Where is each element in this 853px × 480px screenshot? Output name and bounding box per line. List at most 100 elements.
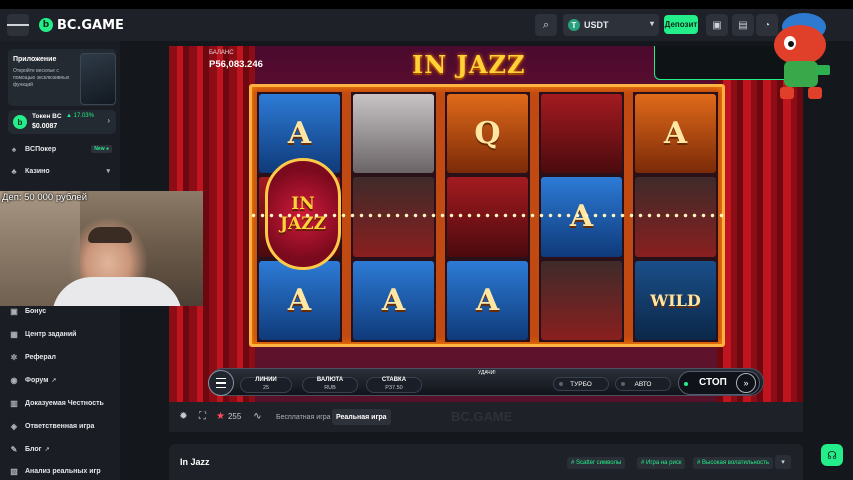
game-control-bar: ЛИНИИ 25 ВАЛЮТА RUB СТАВКА P37.50 УДАЧИ!…	[208, 368, 764, 396]
gift-icon: ▣	[712, 19, 722, 31]
menu-toggle-button[interactable]	[7, 14, 29, 36]
app-promo-card[interactable]: Приложение Откройте веселье с помощью эк…	[8, 49, 116, 106]
sidebar-item-label: Бонус	[25, 307, 47, 315]
forum-icon: ◉	[10, 375, 18, 385]
webcam-person-shirt	[52, 277, 182, 306]
sidebar-item-responsible[interactable]: ◈ Ответственная игра	[8, 417, 116, 435]
balance-label: БАЛАНС	[209, 50, 234, 56]
auto-toggle[interactable]: АВТО	[615, 377, 671, 391]
currency-label: USDT	[584, 20, 609, 30]
reel-5: A WILD	[633, 92, 718, 342]
promo-title: Приложение	[13, 56, 57, 63]
game-info-panel: In Jazz # Scatter символы # Игра на риск…	[169, 444, 803, 480]
casino-icon: ♣	[11, 166, 17, 176]
game-currency-label: ВАЛЮТА	[316, 377, 344, 383]
chevron-right-icon: ›	[107, 116, 110, 125]
lines-label: ЛИНИИ	[255, 377, 277, 383]
game-menu-button[interactable]	[208, 370, 234, 396]
sidebar-item-label: Анализ реальных игр	[25, 467, 101, 475]
search-icon: ⌕	[542, 18, 550, 31]
game-title: IN JAZZ	[412, 50, 526, 79]
promo-text: Откройте веселье с помощью эксклюзивных …	[13, 68, 70, 88]
stats-icon[interactable]: ∿	[251, 410, 264, 423]
fast-forward-icon[interactable]: »	[736, 373, 756, 393]
token-card[interactable]: b Токен BC ▲ 17.03% $0.0087 ›	[8, 110, 116, 134]
sidebar-item-referral[interactable]: ✲ Реферал	[8, 348, 116, 366]
reel-symbol: Q	[447, 94, 528, 174]
reel-symbol: A	[447, 260, 528, 340]
sidebar-item-label: BCПокер	[25, 145, 57, 153]
toggle-dot	[559, 382, 563, 386]
logo-line-2: JAZZ	[279, 214, 327, 234]
reel-symbol	[541, 94, 622, 174]
tag-scatter[interactable]: # Scatter символы	[567, 457, 626, 469]
reel-symbol	[541, 260, 622, 340]
chevron-down-icon[interactable]: ▾	[775, 455, 791, 469]
streamer-webcam: Деп: 50 000 рублей	[0, 191, 203, 306]
reel-symbol	[447, 177, 528, 257]
game-toolbar: ✹ ⛶ ★ 255 ∿ Бесплатная игра Реальная игр…	[169, 402, 803, 432]
free-play-tab[interactable]: Бесплатная игра	[272, 409, 335, 425]
poker-icon: ♠	[11, 144, 17, 154]
game-canvas[interactable]: БАЛАНС P56,083.246 IN JAZZ A A IN JAZZ A…	[169, 46, 803, 402]
reel-symbol	[635, 177, 716, 257]
sidebar-item-forum[interactable]: ◉ Форум ↗	[8, 371, 116, 389]
reel-symbol: A	[259, 260, 340, 340]
search-button[interactable]: ⌕	[535, 14, 557, 36]
chevron-down-icon: ▾	[649, 19, 654, 28]
reel-symbol: A	[353, 260, 434, 340]
turbo-toggle[interactable]: ТУРБО	[553, 377, 609, 391]
chevron-down-icon: ▾	[106, 168, 110, 175]
stop-label: СТОП	[699, 377, 727, 388]
sidebar-item-casino[interactable]: ♣ Казино ▾	[8, 162, 116, 180]
brand-logo[interactable]: b BC.GAME	[39, 18, 124, 33]
analysis-icon: ▧	[10, 466, 18, 476]
sidebar-item-fairness[interactable]: ▥ Доказуемая Честность	[8, 394, 116, 412]
token-change: ▲ 17.03%	[66, 113, 94, 119]
gift-button[interactable]: ▣	[706, 14, 728, 36]
fullscreen-icon[interactable]: ⛶	[196, 410, 209, 423]
tag-risk-game[interactable]: # Игра на риск	[637, 457, 686, 469]
deposit-button[interactable]: Депозит	[664, 15, 698, 34]
chat-button[interactable]: ▤	[732, 14, 754, 36]
game-info-title: In Jazz	[180, 457, 210, 467]
sidebar-item-analysis[interactable]: ▧ Анализ реальных игр	[8, 462, 116, 480]
reel-4: A	[539, 92, 624, 342]
reel-symbol: A	[541, 177, 622, 257]
token-name: Токен BC	[32, 113, 62, 120]
referral-icon: ✲	[10, 352, 18, 362]
favorites-count[interactable]: ★ 255	[216, 411, 241, 422]
turbo-label: ТУРБО	[570, 380, 592, 388]
sidebar-item-tasks[interactable]: ▦ Центр заданий	[8, 325, 116, 343]
external-link-icon: ↗	[44, 446, 50, 453]
sidebar-item-label: Казино	[25, 167, 50, 175]
support-chat-button[interactable]: ☊	[821, 444, 843, 466]
lines-value: 25	[262, 385, 270, 391]
bet-selector[interactable]: СТАВКА P37.50	[366, 377, 422, 393]
game-currency-value: RUB	[324, 385, 336, 391]
reel-symbol	[353, 177, 434, 257]
webcam-caption: Деп: 50 000 рублей	[2, 192, 88, 203]
currency-display[interactable]: ВАЛЮТА RUB	[302, 377, 358, 393]
lines-selector[interactable]: ЛИНИИ 25	[240, 377, 292, 393]
phone-mockup-image	[80, 53, 116, 105]
sidebar-item-label: Реферал	[25, 353, 56, 361]
settings-gear-icon[interactable]: ✹	[177, 410, 190, 423]
reel-symbol	[353, 94, 434, 174]
status-dot	[684, 382, 688, 386]
stop-button[interactable]: СТОП »	[678, 371, 760, 395]
tether-icon: T	[568, 19, 580, 31]
crocodile-mascot-image	[774, 13, 830, 99]
top-header: b BC.GAME ⌕ T USDT ▾ Депозит ▣ ▤ ◔	[0, 9, 853, 41]
toggle-dot	[621, 382, 625, 386]
new-badge: New ●	[91, 145, 112, 153]
token-price: $0.0087	[32, 123, 58, 130]
real-play-tab[interactable]: Реальная игра	[332, 409, 391, 425]
in-jazz-logo-badge: IN JAZZ	[265, 158, 341, 270]
brand-name: BC.GAME	[57, 17, 124, 33]
sidebar-item-blog[interactable]: ✎ Блог ↗	[8, 440, 116, 458]
win-label: УДАЧИ!	[478, 370, 496, 376]
tag-high-volatility[interactable]: # Высокая волатильность	[693, 457, 774, 469]
currency-selector[interactable]: T USDT ▾	[563, 14, 659, 36]
sidebar-item-poker[interactable]: ♠ BCПокер New ●	[8, 140, 116, 158]
